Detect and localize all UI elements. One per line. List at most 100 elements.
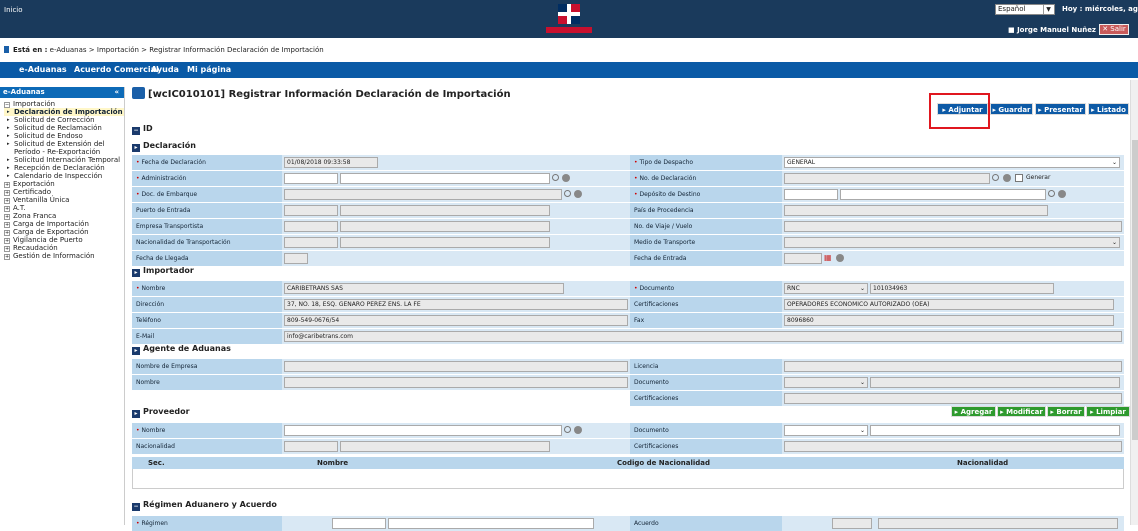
imp-cert-field[interactable]: OPERADORES ECONOMICO AUTORIZADO (OEA): [784, 299, 1114, 310]
search-icon[interactable]: [564, 190, 571, 197]
prov-nac-name[interactable]: [340, 441, 550, 452]
ag-cert-field[interactable]: [784, 393, 1122, 404]
col-sec[interactable]: Sec.: [148, 459, 165, 467]
generar-checkbox[interactable]: [1015, 174, 1023, 182]
inicio-link[interactable]: Inicio: [4, 6, 23, 14]
search-icon[interactable]: [564, 426, 571, 433]
col-codigo-nacionalidad[interactable]: Codigo de Nacionalidad: [617, 459, 710, 467]
no-viaje-field[interactable]: [784, 221, 1122, 232]
sidebar-item[interactable]: + Exportación: [4, 180, 124, 188]
scrollbar-thumb[interactable]: [1132, 140, 1138, 440]
limpiar-button[interactable]: ▸ Limpiar: [1086, 406, 1130, 417]
current-date: Hoy : miércoles, agosto 01, 2018: [1062, 5, 1138, 13]
regimen-code[interactable]: [332, 518, 386, 529]
sidebar-item[interactable]: ▸ Recepción de Declaración: [4, 164, 124, 172]
puerto-entrada-name[interactable]: [340, 205, 550, 216]
info-icon[interactable]: [562, 174, 570, 182]
col-nacionalidad[interactable]: Nacionalidad: [957, 459, 1008, 467]
sidebar-item[interactable]: ▸ Solicitud de Reclamación: [4, 124, 124, 132]
sidebar-item[interactable]: + Ventanilla Única: [4, 196, 124, 204]
search-icon[interactable]: [1048, 190, 1055, 197]
page-scrollbar[interactable]: [1130, 80, 1138, 525]
info-icon[interactable]: [574, 190, 582, 198]
ag-empresa-field[interactable]: [284, 361, 628, 372]
sidebar-item[interactable]: − Importación: [4, 100, 124, 108]
empresa-name[interactable]: [340, 221, 550, 232]
sidebar-item[interactable]: + Certificado: [4, 188, 124, 196]
sidebar-item[interactable]: + Carga de Importación: [4, 220, 124, 228]
empresa-code[interactable]: [284, 221, 338, 232]
logout-button[interactable]: ✕ Salir: [1099, 24, 1129, 35]
imp-telefono-cell: 809-549-0676/54: [282, 313, 630, 328]
info-icon[interactable]: [836, 254, 844, 262]
acuerdo-name[interactable]: [878, 518, 1118, 529]
prov-cert-field[interactable]: [784, 441, 1122, 452]
fecha-entrada-field[interactable]: [784, 253, 822, 264]
language-select[interactable]: Español ▼: [995, 4, 1055, 15]
prov-nac-code[interactable]: [284, 441, 338, 452]
no-declaracion-field[interactable]: [784, 173, 990, 184]
pais-procedencia-field[interactable]: [784, 205, 1048, 216]
search-icon[interactable]: [552, 174, 559, 181]
prov-doc-tipo-select[interactable]: ⌄: [784, 425, 868, 436]
collapse-icon[interactable]: «: [114, 87, 119, 98]
imp-telefono-field[interactable]: 809-549-0676/54: [284, 315, 628, 326]
sidebar-item[interactable]: ▸ Solicitud de Corrección: [4, 116, 124, 124]
deposito-code[interactable]: [784, 189, 838, 200]
puerto-entrada-code[interactable]: [284, 205, 338, 216]
imp-doc-tipo-select[interactable]: RNC ⌄: [784, 283, 868, 294]
sidebar-item[interactable]: + A.T.: [4, 204, 124, 212]
info-icon[interactable]: [1058, 190, 1066, 198]
ag-nombre-field[interactable]: [284, 377, 628, 388]
sidebar-item[interactable]: ▸ Declaración de Importación: [4, 108, 124, 116]
modificar-button[interactable]: ▸ Modificar: [997, 406, 1046, 417]
regimen-name[interactable]: [388, 518, 594, 529]
menu-ayuda[interactable]: Ayuda: [151, 65, 179, 74]
sidebar-item[interactable]: + Vigilancia de Puerto: [4, 236, 124, 244]
sidebar-item[interactable]: + Carga de Exportación: [4, 228, 124, 236]
sidebar-item[interactable]: + Recaudación: [4, 244, 124, 252]
presentar-button[interactable]: ▸ Presentar: [1035, 103, 1086, 115]
imp-doc-num-field[interactable]: 101034963: [870, 283, 1054, 294]
administracion-name[interactable]: [340, 173, 550, 184]
borrar-button[interactable]: ▸ Borrar: [1047, 406, 1085, 417]
menu-e-aduanas[interactable]: e-Aduanas: [19, 65, 67, 74]
sidebar-item[interactable]: ▸ Calendario de Inspección: [4, 172, 124, 180]
tipo-despacho-cell: GENERAL ⌄: [782, 155, 1124, 170]
menu-acuerdo-comercial[interactable]: Acuerdo Comercial: [74, 65, 159, 74]
doc-embarque-field[interactable]: [284, 189, 562, 200]
col-nombre[interactable]: Nombre: [317, 459, 348, 467]
sidebar-item[interactable]: ▸ Solicitud Internación Temporal: [4, 156, 124, 164]
info-icon[interactable]: [1003, 174, 1011, 182]
fecha-llegada-field[interactable]: [284, 253, 308, 264]
ag-doc-tipo-select[interactable]: ⌄: [784, 377, 868, 388]
imp-direccion-field[interactable]: 37, NO. 18, ESQ. GENARO PEREZ ENS. LA FE: [284, 299, 628, 310]
acuerdo-code[interactable]: [832, 518, 872, 529]
imp-fax-field[interactable]: 8096860: [784, 315, 1114, 326]
fecha-declaracion-field[interactable]: 01/08/2018 09:33:58: [284, 157, 378, 168]
imp-email-field[interactable]: info@caribetrans.com: [284, 331, 1122, 342]
deposito-name[interactable]: [840, 189, 1046, 200]
expand-icon[interactable]: +: [4, 254, 10, 260]
ag-licencia-field[interactable]: [784, 361, 1122, 372]
medio-transporte-select[interactable]: ⌄: [784, 237, 1120, 248]
imp-nombre-field[interactable]: CARIBETRANS SAS: [284, 283, 564, 294]
sidebar-item[interactable]: + Gestión de Información: [4, 252, 124, 260]
search-icon[interactable]: [992, 174, 999, 181]
agregar-button[interactable]: ▸ Agregar: [951, 406, 996, 417]
info-icon[interactable]: [574, 426, 582, 434]
nacionalidad-transp-name[interactable]: [340, 237, 550, 248]
guardar-button[interactable]: ▸ Guardar: [990, 103, 1033, 115]
sidebar-item[interactable]: + Zona Franca: [4, 212, 124, 220]
tipo-despacho-select[interactable]: GENERAL ⌄: [784, 157, 1120, 168]
listado-button[interactable]: ▸ Listado: [1088, 103, 1129, 115]
nacionalidad-transp-code[interactable]: [284, 237, 338, 248]
sidebar-item[interactable]: ▸ Solicitud de Extensión del Período - Re…: [4, 140, 124, 156]
administracion-code[interactable]: [284, 173, 338, 184]
prov-doc-num-field[interactable]: [870, 425, 1120, 436]
menu-mi-pagina[interactable]: Mi página: [187, 65, 231, 74]
sidebar-item[interactable]: ▸ Solicitud de Endoso: [4, 132, 124, 140]
prov-nombre-field[interactable]: [284, 425, 562, 436]
calendar-icon[interactable]: ▦: [824, 253, 832, 262]
ag-doc-num-field[interactable]: [870, 377, 1120, 388]
